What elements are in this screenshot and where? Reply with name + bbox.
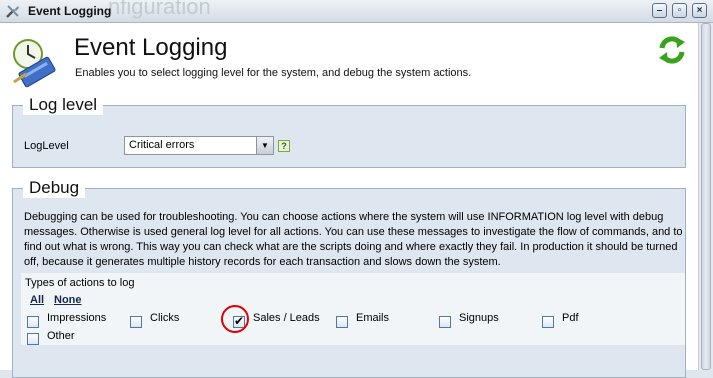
loglevel-label: LogLevel [24, 140, 69, 152]
select-none-link[interactable]: None [54, 294, 82, 306]
checkbox-clicks[interactable] [130, 316, 142, 328]
page-subtitle: Enables you to select logging level for … [75, 67, 472, 79]
checkbox-pdf[interactable] [542, 316, 554, 328]
checkbox-signups[interactable] [439, 316, 451, 328]
checkbox-emails[interactable] [336, 316, 348, 328]
close-button[interactable]: × [692, 3, 707, 18]
select-all-link[interactable]: All [30, 294, 44, 306]
label-emails: Emails [356, 312, 390, 324]
refresh-icon[interactable] [656, 34, 688, 66]
label-pdf: Pdf [562, 312, 579, 324]
debug-section: Debug Debugging can be used for troubles… [12, 178, 686, 378]
help-icon[interactable]: ? [278, 140, 290, 152]
event-logging-icon [13, 39, 56, 88]
checkbox-impressions[interactable] [27, 316, 39, 328]
loglevel-selected-value: Critical errors [129, 139, 195, 151]
vertical-scrollbar[interactable] [698, 23, 713, 370]
tools-icon [6, 5, 19, 18]
action-types-panel: Types of actions to log All None [21, 273, 685, 345]
chevron-down-icon[interactable]: ▼ [256, 137, 273, 154]
loglevel-select[interactable]: Critical errors ▼ [124, 136, 274, 155]
annotation-circle [221, 305, 249, 333]
minimize-button[interactable]: – [652, 3, 667, 18]
debug-description: Debugging can be used for troubleshootin… [24, 211, 683, 268]
debug-legend: Debug [23, 178, 86, 198]
window-title: Event Logging [28, 4, 112, 18]
page-title: Event Logging [74, 34, 228, 61]
checkbox-other[interactable] [27, 333, 39, 345]
log-level-legend: Log level [23, 95, 104, 115]
label-clicks: Clicks [150, 312, 180, 324]
label-other: Other [47, 330, 75, 342]
background-window-text: nfiguration [108, 0, 211, 19]
label-impressions: Impressions [47, 312, 107, 324]
action-types-title: Types of actions to log [25, 277, 135, 289]
label-signups: Signups [459, 312, 499, 324]
label-sales-leads: Sales / Leads [253, 312, 320, 324]
log-level-section: Log level LogLevel Critical errors ▼ ? [12, 95, 686, 168]
maximize-button[interactable]: ▫ [672, 3, 687, 18]
scrollbar-thumb[interactable] [701, 23, 711, 370]
content-panel: Event Logging Enables you to select logg… [0, 23, 698, 378]
window-titlebar: nfiguration Event Logging – ▫ × [0, 0, 713, 23]
